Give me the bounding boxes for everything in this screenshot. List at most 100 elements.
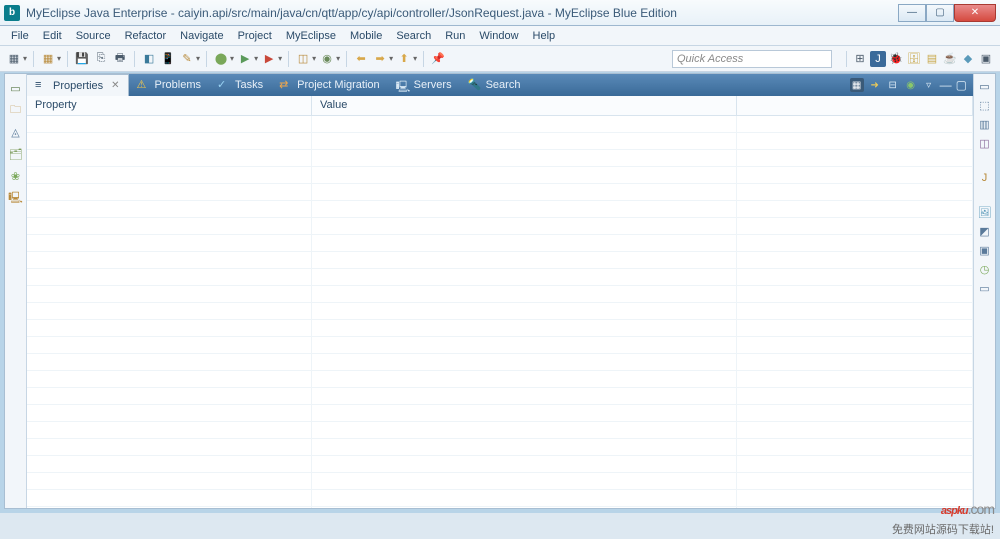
new-class-icon[interactable]: ◉ [319,51,335,67]
separator [846,51,847,67]
close-icon[interactable]: ✕ [111,80,119,91]
new-icon[interactable]: ▦ [6,51,22,67]
table-row [27,507,973,508]
properties-icon: ≡ [35,79,49,93]
dropdown-icon[interactable]: ▾ [23,54,27,63]
image-preview-icon[interactable]: 🖼 [978,206,992,219]
tree-view-icon[interactable]: ▦ [850,78,864,92]
close-button[interactable]: ✕ [954,4,996,22]
db-perspective-icon[interactable]: 🗄 [906,51,922,67]
java-ee-perspective-icon[interactable]: J [870,51,886,67]
console-icon[interactable]: ▣ [979,244,989,257]
junit-icon[interactable]: J [982,172,988,184]
dropdown-icon[interactable]: ▾ [413,54,417,63]
phone-icon[interactable]: 📱 [160,51,176,67]
dropdown-icon[interactable]: ▾ [389,54,393,63]
minimize-view-icon[interactable]: — [940,78,952,92]
pin-icon[interactable]: ➜ [868,78,882,92]
minimap-icon[interactable]: ▥ [979,118,989,131]
save-all-icon[interactable]: ⎘ [93,51,109,67]
right-trim: ▭ ⬚ ▥ ◫ J 🖼 ◩ ▣ ◷ ▭ [973,74,995,508]
bookmarks-icon[interactable]: ▭ [979,282,989,295]
dropdown-icon[interactable]: ▾ [312,54,316,63]
tab-servers[interactable]: 🖳 Servers [388,74,460,96]
column-value[interactable]: Value [312,96,737,115]
menu-window[interactable]: Window [472,28,525,44]
view-menu-icon[interactable]: ▿ [922,78,936,92]
column-extra[interactable] [737,96,973,115]
tab-label: Search [486,79,521,91]
package-icon[interactable]: ▦ [40,51,56,67]
menu-project[interactable]: Project [231,28,279,44]
outline-icon[interactable]: ⬚ [979,99,989,112]
menu-mobile[interactable]: Mobile [343,28,389,44]
forward-icon[interactable]: ➡ [372,51,388,67]
spring-icon[interactable]: ❀ [8,168,24,184]
table-header: Property Value [27,96,973,116]
sync-perspective-icon[interactable]: ◆ [960,51,976,67]
separator [67,51,68,67]
external-tools-icon[interactable]: ▶ [261,51,277,67]
navigator-icon[interactable]: 🗂 [8,146,24,162]
separator [346,51,347,67]
debug-icon[interactable]: ⬤ [213,51,229,67]
table-body [27,116,973,508]
servers-icon[interactable]: 🖳 [8,190,24,206]
tools-icon[interactable]: ✎ [179,51,195,67]
markers-icon[interactable]: ◩ [979,225,989,238]
back-icon[interactable]: ⬅ [353,51,369,67]
column-property[interactable]: Property [27,96,312,115]
quick-access-input[interactable]: Quick Access [672,50,832,68]
menu-run[interactable]: Run [438,28,472,44]
tab-properties[interactable]: ≡ Properties ✕ [27,74,129,96]
menu-myeclipse[interactable]: MyEclipse [279,28,343,44]
table-row [27,167,973,184]
open-perspective-icon[interactable]: ⊞ [852,51,868,67]
deploy-icon[interactable]: ◧ [141,51,157,67]
dropdown-icon[interactable]: ▾ [196,54,200,63]
dropdown-icon[interactable]: ▾ [254,54,258,63]
up-icon[interactable]: ⬆ [396,51,412,67]
type-hierarchy-icon[interactable]: ◬ [8,124,24,140]
tab-search[interactable]: 🔦 Search [460,74,529,96]
restore-icon[interactable]: ▭ [979,80,989,93]
maximize-button[interactable]: ▢ [926,4,954,22]
pin-icon[interactable]: 📌 [430,51,446,67]
menu-edit[interactable]: Edit [36,28,69,44]
progress-icon[interactable]: ◷ [980,263,990,276]
table-row [27,218,973,235]
menu-icon[interactable]: ◉ [904,78,918,92]
menu-navigate[interactable]: Navigate [173,28,230,44]
dropdown-icon[interactable]: ▾ [57,54,61,63]
print-icon[interactable]: 🖶 [112,51,128,67]
report-perspective-icon[interactable]: ▤ [924,51,940,67]
tab-tasks[interactable]: ✓ Tasks [209,74,271,96]
menu-help[interactable]: Help [526,28,563,44]
java-perspective-icon[interactable]: ☕ [942,51,958,67]
table-row [27,303,973,320]
menu-search[interactable]: Search [389,28,438,44]
snippets-icon[interactable]: ◫ [979,137,989,150]
package-explorer-icon[interactable]: 🗀 [8,102,24,118]
window-controls: — ▢ ✕ [898,4,996,22]
tab-problems[interactable]: ⚠ Problems [129,74,209,96]
debug-perspective-icon[interactable]: 🐞 [888,51,904,67]
menu-source[interactable]: Source [69,28,118,44]
menu-file[interactable]: File [4,28,36,44]
new-package-icon[interactable]: ◫ [295,51,311,67]
dropdown-icon[interactable]: ▾ [336,54,340,63]
view-toolbar: ▦ ➜ ⊟ ◉ ▿ — ▢ [844,74,973,96]
resource-perspective-icon[interactable]: ▣ [978,51,994,67]
minimize-button[interactable]: — [898,4,926,22]
tab-label: Servers [414,79,452,91]
collapse-icon[interactable]: ⊟ [886,78,900,92]
tab-project-migration[interactable]: ⇄ Project Migration [271,74,388,96]
run-icon[interactable]: ▶ [237,51,253,67]
dropdown-icon[interactable]: ▾ [278,54,282,63]
menu-refactor[interactable]: Refactor [118,28,174,44]
restore-icon[interactable]: ▭ [8,80,24,96]
table-row [27,439,973,456]
dropdown-icon[interactable]: ▾ [230,54,234,63]
maximize-view-icon[interactable]: ▢ [956,78,967,92]
save-icon[interactable]: 💾 [74,51,90,67]
